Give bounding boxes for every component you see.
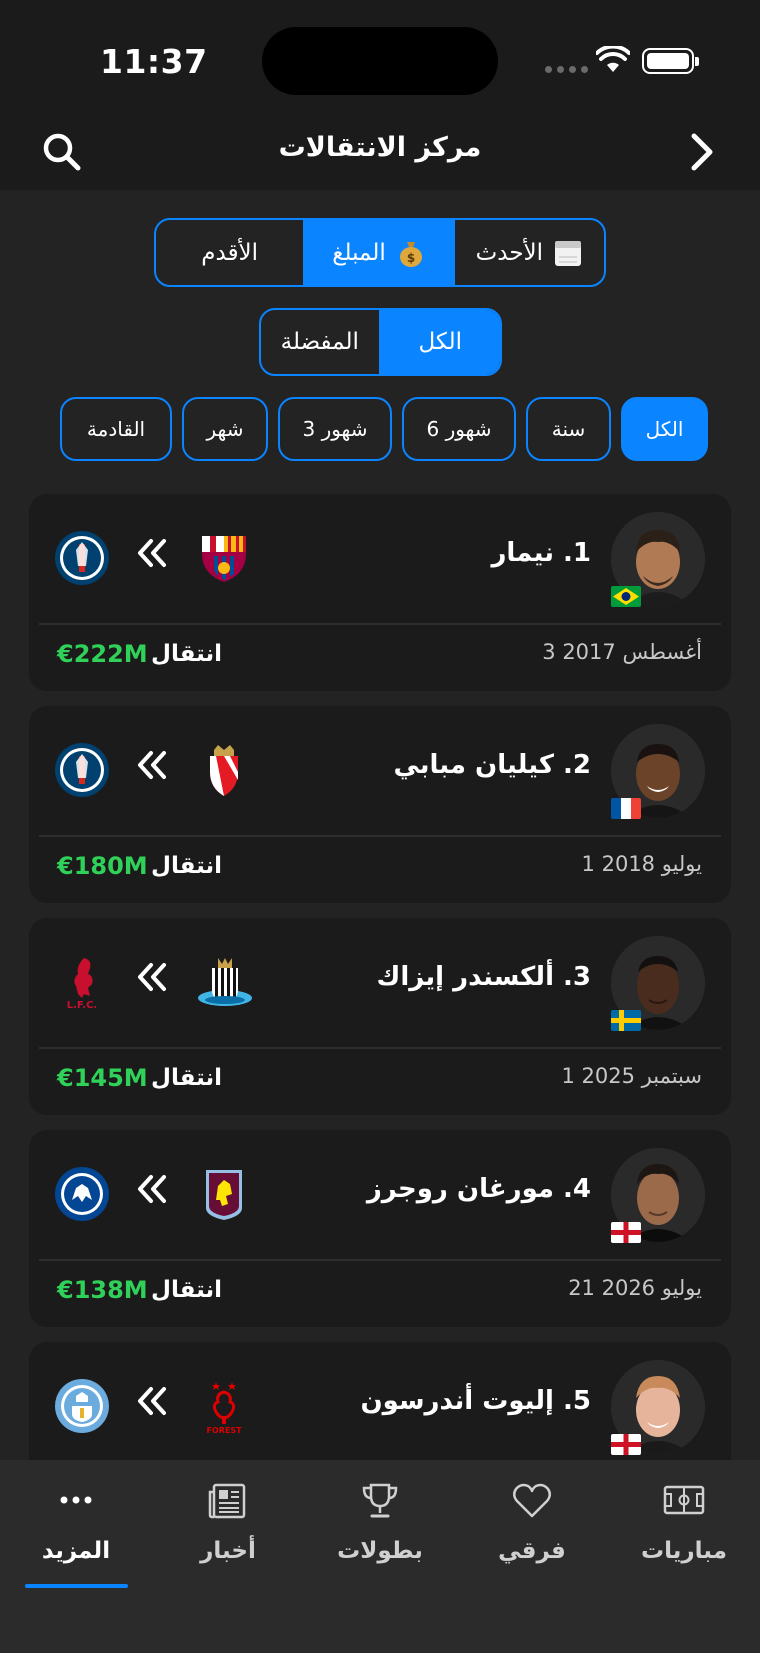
- transfer-type: انتقال: [151, 1065, 223, 1091]
- sort-segmented-control: الأحدث $ المبلغ الأقدم: [154, 218, 606, 287]
- battery-icon: [642, 48, 699, 74]
- filter-chip-year[interactable]: سنة: [526, 397, 611, 461]
- card-divider: [39, 623, 721, 625]
- filter-chip-all[interactable]: الكل: [621, 397, 708, 461]
- flag-brazil-icon: [611, 586, 641, 607]
- transfer-date: 3 أغسطس 2017: [542, 640, 702, 664]
- scope-segmented-control: الكل المفضلة: [259, 308, 502, 376]
- player-name: 4. مورغان روجرز: [366, 1174, 591, 1204]
- tab-label: مباريات: [641, 1538, 727, 1564]
- as-monaco-crest-icon: [210, 745, 238, 796]
- pitch-icon: [663, 1485, 705, 1515]
- tab-competitions[interactable]: بطولات: [304, 1460, 456, 1600]
- sort-amount-label: المبلغ: [332, 239, 386, 266]
- nottingham-forest-crest-icon: FOREST: [206, 1382, 242, 1434]
- fc-barcelona-crest-icon: [202, 536, 246, 582]
- player-name: 2. كيليان مبابي: [393, 750, 591, 780]
- transfer-card[interactable]: 2. كيليان مبابي 1 يوليو 2018 انتقال €180…: [29, 706, 731, 903]
- double-chevron-left-icon: [138, 751, 166, 779]
- aston-villa-crest-icon: [206, 1170, 242, 1220]
- heart-icon: [513, 1483, 551, 1518]
- transfer-date: 21 يوليو 2026: [568, 1276, 702, 1300]
- transfer-fee: €180M: [57, 852, 148, 880]
- cellular-signal-icon: [545, 66, 588, 73]
- dynamic-island: [262, 27, 498, 95]
- transfer-card[interactable]: 3. ألكسندر إيزاك L.F.C. 1 سبتمبر 2025 ان…: [29, 918, 731, 1115]
- transfer-date: 1 يوليو 2018: [581, 852, 702, 876]
- calendar-icon: [555, 240, 582, 266]
- transfer-card[interactable]: 4. مورغان روجرز 21 يوليو 2026 انتقال €13…: [29, 1130, 731, 1327]
- active-tab-indicator: [25, 1584, 128, 1588]
- tab-label: فرقي: [498, 1538, 566, 1564]
- filter-chip-6-months[interactable]: 6 شهور: [402, 397, 516, 461]
- transfer-date: 1 سبتمبر 2025: [561, 1064, 702, 1088]
- transfer-fee: €145M: [57, 1064, 148, 1092]
- period-filter-bar: الكل سنة 6 شهور 3 شهور شهر القادمة: [53, 397, 708, 461]
- sort-oldest-label: الأقدم: [201, 239, 259, 266]
- newcastle-crest-icon: [198, 958, 252, 1006]
- sort-newest-tab[interactable]: الأحدث: [455, 220, 604, 285]
- tab-label: المزيد: [41, 1538, 111, 1564]
- tab-my-teams[interactable]: فرقي: [456, 1460, 608, 1600]
- transfer-type: انتقال: [151, 853, 223, 879]
- chelsea-crest-icon: [55, 1167, 109, 1221]
- card-divider: [39, 1047, 721, 1049]
- filter-chip-month[interactable]: شهر: [182, 397, 268, 461]
- sort-amount-tab[interactable]: $ المبلغ: [305, 220, 455, 285]
- status-time: 11:37: [100, 42, 208, 81]
- psg-crest-icon: [55, 743, 109, 797]
- transfer-fee: €222M: [57, 640, 148, 668]
- page-title: مركز الانتقالات: [278, 132, 482, 163]
- player-name: 5. إليوت أندرسون: [360, 1386, 591, 1416]
- sort-newest-label: الأحدث: [475, 239, 544, 266]
- tab-matches[interactable]: مباريات: [608, 1460, 760, 1600]
- newspaper-icon: [208, 1483, 246, 1519]
- tab-label: أخبار: [200, 1538, 256, 1564]
- transfer-fee: €138M: [57, 1276, 148, 1304]
- transfer-type: انتقال: [151, 1277, 223, 1303]
- tab-more[interactable]: المزيد: [0, 1460, 152, 1600]
- trophy-icon: [362, 1483, 398, 1518]
- filter-chip-3-months[interactable]: 3 شهور: [278, 397, 392, 461]
- scope-favorites-tab[interactable]: المفضلة: [261, 310, 381, 374]
- transfer-type: انتقال: [151, 641, 223, 667]
- psg-crest-icon: [55, 531, 109, 585]
- double-chevron-left-icon: [138, 963, 166, 991]
- scope-favorites-label: المفضلة: [280, 329, 359, 355]
- chevron-right-icon[interactable]: [684, 128, 720, 176]
- status-bar: 11:37: [0, 0, 760, 118]
- double-chevron-left-icon: [138, 1387, 166, 1415]
- navigation-header: مركز الانتقالات: [0, 118, 760, 190]
- manchester-city-crest-icon: [55, 1379, 109, 1433]
- card-divider: [39, 835, 721, 837]
- sort-oldest-tab[interactable]: الأقدم: [156, 220, 306, 285]
- player-name: 1. نيمار: [491, 538, 591, 568]
- tab-label: بطولات: [337, 1538, 423, 1564]
- flag-sweden-icon: [611, 1010, 641, 1031]
- filter-chip-upcoming[interactable]: القادمة: [60, 397, 172, 461]
- double-chevron-left-icon: [138, 539, 166, 567]
- svg-text:FOREST: FOREST: [206, 1426, 242, 1434]
- tab-news[interactable]: أخبار: [152, 1460, 304, 1600]
- svg-text:$: $: [407, 251, 415, 265]
- money-bag-icon: $: [399, 241, 422, 267]
- card-divider: [39, 1259, 721, 1261]
- flag-england-icon: [611, 1434, 641, 1455]
- liverpool-crest-icon: L.F.C.: [67, 958, 97, 1010]
- player-name: 3. ألكسندر إيزاك: [376, 962, 591, 992]
- bottom-tab-bar: المزيد أخبار بطولات فرقي مباريات: [0, 1460, 760, 1653]
- transfer-card[interactable]: 1. نيمار 3 أغسطس 2017 انتقال €222M: [29, 494, 731, 691]
- wifi-icon: [596, 46, 630, 72]
- flag-england-icon: [611, 1222, 641, 1243]
- double-chevron-left-icon: [138, 1175, 166, 1203]
- scope-all-tab[interactable]: الكل: [380, 310, 500, 374]
- more-icon: [60, 1496, 92, 1504]
- svg-text:L.F.C.: L.F.C.: [67, 1000, 97, 1010]
- scope-all-label: الكل: [418, 329, 463, 355]
- flag-france-icon: [611, 798, 641, 819]
